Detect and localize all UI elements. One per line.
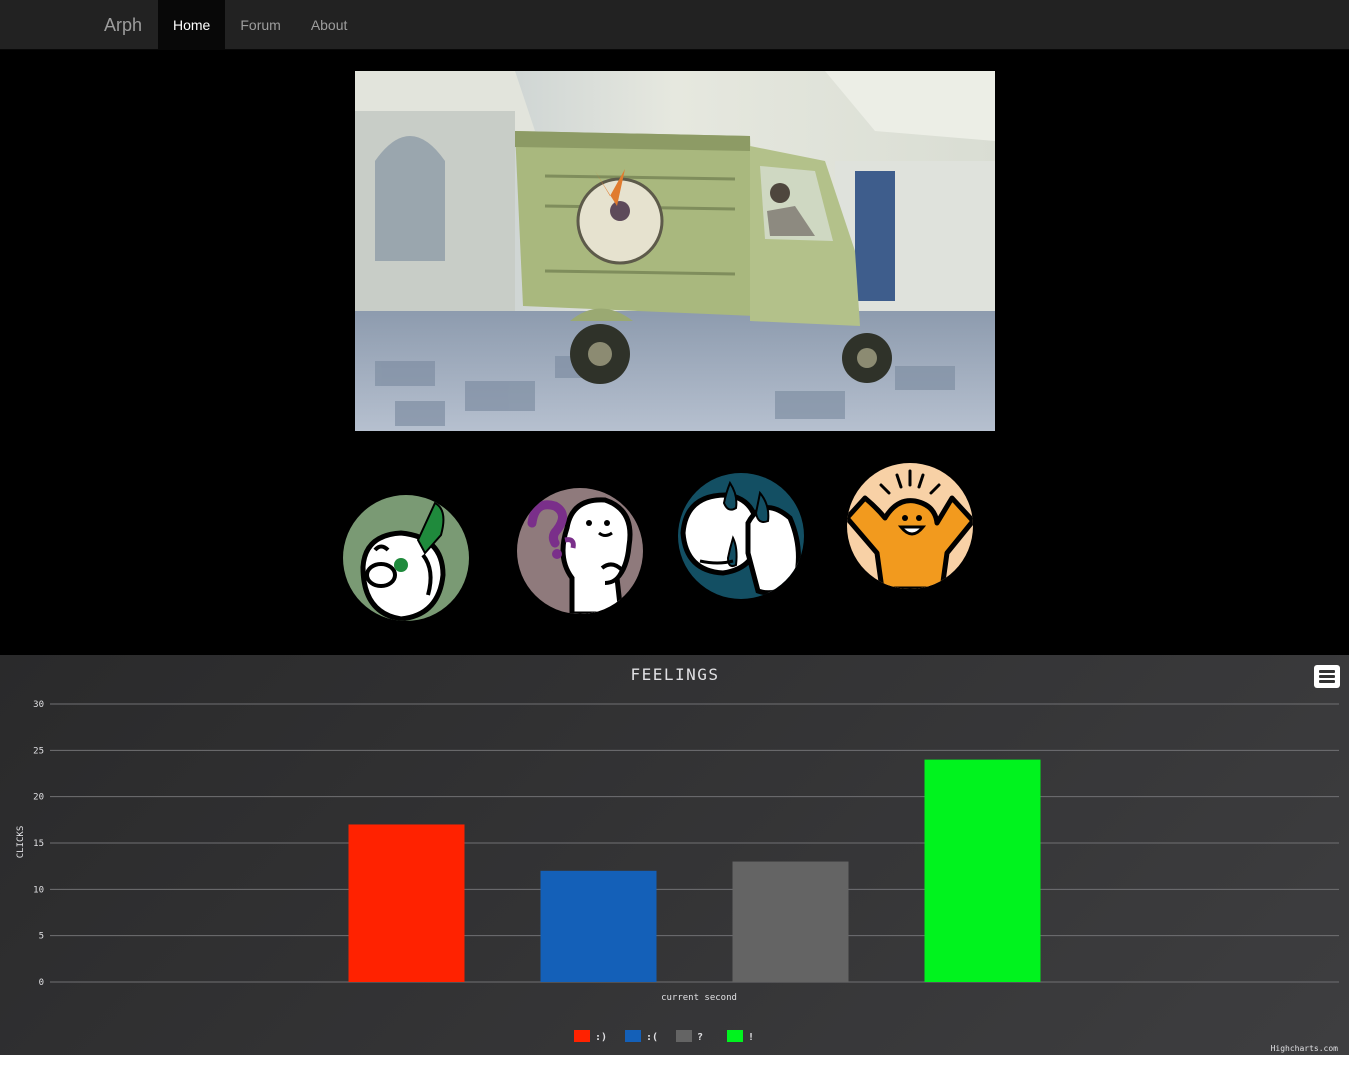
navbar: Arph Home Forum About — [0, 0, 1349, 50]
video-frame-image — [355, 71, 995, 431]
feelings-chart: FEELINGS CLICKS current second 0 5 10 15 20 2… — [0, 655, 1349, 1055]
nav-item-home[interactable]: Home — [158, 0, 226, 50]
legend-label: ! — [748, 1032, 754, 1043]
brand-link[interactable]: Arph — [104, 0, 142, 50]
exclamation-face-icon[interactable] — [343, 495, 469, 621]
legend-label: ? — [697, 1032, 703, 1043]
y-tick-label: 30 — [33, 700, 44, 710]
happy-face-icon[interactable] — [847, 463, 973, 589]
menu-line — [1319, 670, 1335, 673]
question-face-icon[interactable] — [517, 488, 643, 614]
legend-label: :) — [595, 1032, 607, 1043]
legend-swatch — [676, 1030, 692, 1042]
y-tick-label: 10 — [33, 885, 44, 895]
bar-1[interactable] — [540, 870, 657, 982]
chart-menu-button[interactable] — [1314, 665, 1340, 688]
y-axis-label: CLICKS — [16, 826, 26, 859]
menu-line — [1319, 675, 1335, 678]
feelings-chart-svg: FEELINGS CLICKS current second 0 5 10 15 20 2… — [16, 665, 1339, 1053]
y-tick-label: 25 — [33, 746, 44, 756]
x-axis-label: current second — [661, 993, 737, 1003]
sad-face-icon[interactable] — [678, 473, 804, 599]
legend-swatch — [625, 1030, 641, 1042]
y-tick-label: 20 — [33, 793, 44, 803]
bar-2[interactable] — [732, 861, 849, 982]
legend-item[interactable]: :) — [574, 1030, 607, 1043]
nav-item-about[interactable]: About — [296, 0, 363, 50]
nav-menu: Home Forum About — [158, 0, 362, 50]
y-tick-label: 0 — [39, 978, 44, 988]
video-player[interactable] — [355, 71, 995, 431]
legend-item[interactable]: ? — [676, 1030, 703, 1043]
legend-label: :( — [646, 1032, 658, 1043]
bar-3[interactable] — [924, 759, 1041, 982]
legend-swatch — [574, 1030, 590, 1042]
legend-item[interactable]: ! — [727, 1030, 754, 1043]
legend-swatch — [727, 1030, 743, 1042]
bar-0[interactable] — [348, 824, 465, 982]
menu-line — [1319, 680, 1335, 683]
y-tick-label: 15 — [33, 839, 44, 849]
chart-title: FEELINGS — [630, 665, 719, 684]
legend-item[interactable]: :( — [625, 1030, 658, 1043]
nav-item-forum[interactable]: Forum — [225, 0, 295, 50]
chart-credit[interactable]: Highcharts.com — [1271, 1044, 1339, 1053]
video-stage — [0, 50, 1349, 655]
y-tick-label: 5 — [39, 932, 44, 942]
